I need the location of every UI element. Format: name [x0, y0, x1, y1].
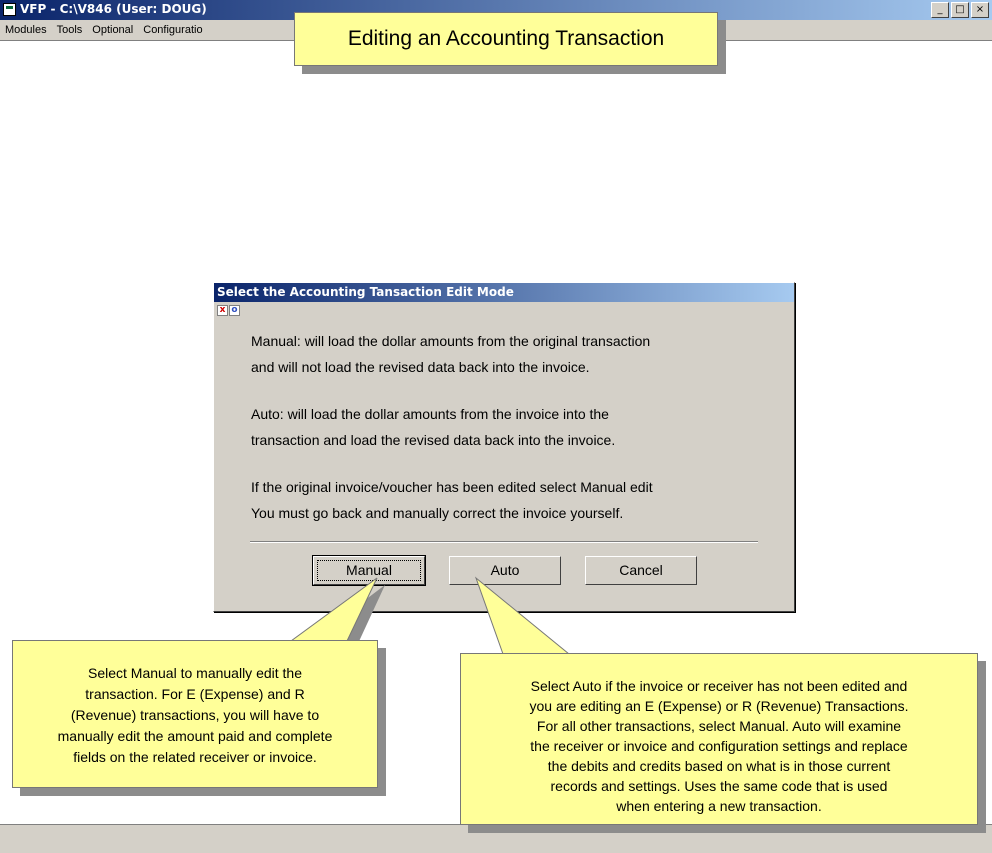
- close-button[interactable]: ×: [971, 2, 989, 18]
- dialog-divider: [250, 541, 758, 543]
- manual-description-line-2: and will not load the revised data back …: [251, 359, 590, 375]
- auto-callout-line: when entering a new transaction.: [616, 798, 822, 814]
- manual-callout-line: transaction. For E (Expense) and R: [85, 686, 305, 702]
- app-title: VFP - C:\V846 (User: DOUG): [20, 2, 207, 16]
- restore-icon[interactable]: o: [229, 305, 240, 316]
- cancel-button-label: Cancel: [619, 562, 663, 578]
- auto-description-line-2: transaction and load the revised data ba…: [251, 432, 616, 448]
- auto-callout-line: you are editing an E (Expense) or R (Rev…: [529, 698, 909, 714]
- menu-tools[interactable]: Tools: [52, 24, 88, 36]
- auto-callout-line: Select Auto if the invoice or receiver h…: [530, 678, 908, 694]
- note-line-2: You must go back and manually correct th…: [251, 505, 624, 521]
- title-callout: Editing an Accounting Transaction: [294, 12, 718, 66]
- dialog-toolbar: x o: [217, 305, 240, 316]
- auto-callout-line: records and settings. Uses the same code…: [550, 778, 888, 794]
- note-line-1: If the original invoice/voucher has been…: [251, 479, 653, 495]
- minimize-button[interactable]: _: [931, 2, 949, 18]
- window-controls: _ □ ×: [931, 2, 989, 18]
- manual-callout-line: Select Manual to manually edit the: [87, 665, 302, 681]
- manual-callout: Select Manual to manually edit the trans…: [12, 640, 378, 788]
- auto-button[interactable]: Auto: [449, 556, 561, 585]
- auto-callout: Select Auto if the invoice or receiver h…: [460, 653, 978, 825]
- maximize-button[interactable]: □: [951, 2, 969, 18]
- app-icon: [3, 3, 16, 16]
- manual-description-line-1: Manual: will load the dollar amounts fro…: [251, 333, 651, 349]
- status-bar: [0, 824, 992, 853]
- manual-button[interactable]: Manual: [312, 555, 426, 586]
- auto-callout-line: the debits and credits based on what is …: [547, 758, 891, 774]
- menu-configuration[interactable]: Configuratio: [138, 24, 207, 36]
- auto-callout-line: the receiver or invoice and configuratio…: [530, 738, 908, 754]
- manual-callout-line: (Revenue) transactions, you will have to: [70, 707, 320, 723]
- auto-callout-line: For all other transactions, select Manua…: [536, 718, 902, 734]
- manual-callout-line: manually edit the amount paid and comple…: [57, 728, 333, 744]
- cancel-button[interactable]: Cancel: [585, 556, 697, 585]
- manual-callout-line: fields on the related receiver or invoic…: [73, 749, 317, 765]
- auto-description-line-1: Auto: will load the dollar amounts from …: [251, 406, 609, 422]
- dialog-title: Select the Accounting Tansaction Edit Mo…: [214, 283, 794, 302]
- auto-button-label: Auto: [490, 562, 520, 578]
- menu-optional[interactable]: Optional: [87, 24, 138, 36]
- menu-modules[interactable]: Modules: [0, 24, 52, 36]
- edit-mode-dialog: Select the Accounting Tansaction Edit Mo…: [213, 282, 795, 612]
- close-icon[interactable]: x: [217, 305, 228, 316]
- manual-button-label: Manual: [346, 562, 392, 578]
